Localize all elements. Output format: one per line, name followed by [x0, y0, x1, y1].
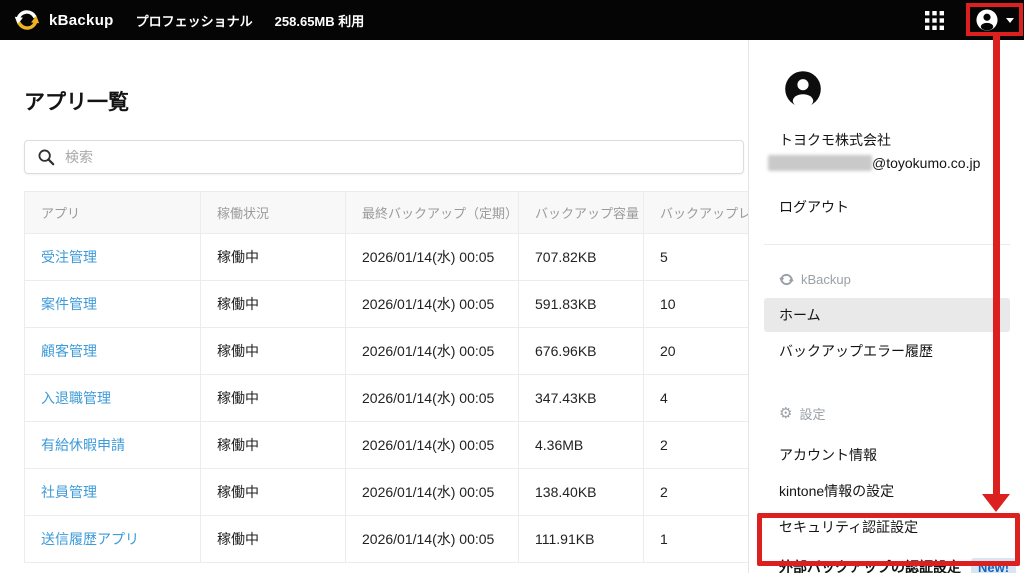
- column-header-app: アプリ: [25, 192, 201, 234]
- backup-size-cell: 591.83KB: [519, 281, 644, 328]
- column-header-size: バックアップ容量: [519, 192, 644, 234]
- sync-icon: [779, 272, 794, 287]
- last-backup-cell: 2026/01/14(水) 00:05: [346, 375, 519, 422]
- caret-down-icon: [1006, 18, 1014, 23]
- status-cell: 稼働中: [201, 469, 346, 516]
- backup-size-cell: 111.91KB: [519, 516, 644, 563]
- gear-icon: ⚙: [779, 406, 792, 421]
- avatar-person-icon: [784, 70, 822, 108]
- email-row: @toyokumo.co.jp: [768, 155, 1010, 171]
- status-cell: 稼働中: [201, 375, 346, 422]
- app-name-cell: 送信履歴アプリ: [25, 516, 201, 563]
- status-cell: 稼働中: [201, 422, 346, 469]
- last-backup-cell: 2026/01/14(水) 00:05: [346, 234, 519, 281]
- apps-grid-icon[interactable]: [925, 11, 944, 30]
- status-cell: 稼働中: [201, 281, 346, 328]
- app-link[interactable]: 入退職管理: [41, 390, 111, 406]
- last-backup-cell: 2026/01/14(水) 00:05: [346, 422, 519, 469]
- app-link[interactable]: 送信履歴アプリ: [41, 531, 139, 547]
- last-backup-cell: 2026/01/14(水) 00:05: [346, 469, 519, 516]
- search-icon: [37, 148, 55, 166]
- last-backup-cell: 2026/01/14(水) 00:05: [346, 516, 519, 563]
- section-label-kbackup: kBackup: [779, 272, 1010, 287]
- person-circle-icon: [974, 7, 1000, 33]
- menu-item-account-info[interactable]: アカウント情報: [764, 437, 1010, 473]
- section-label-text: kBackup: [801, 272, 851, 287]
- last-backup-cell: 2026/01/14(水) 00:05: [346, 328, 519, 375]
- column-header-status: 稼働状況: [201, 192, 346, 234]
- backup-size-cell: 707.82KB: [519, 234, 644, 281]
- status-cell: 稼働中: [201, 516, 346, 563]
- account-dropdown-panel: トヨクモ株式会社 @toyokumo.co.jp ログアウト kBackup ホ…: [748, 40, 1024, 573]
- email-redacted-blur: [768, 155, 872, 171]
- menu-item-backup-error-history[interactable]: バックアップエラー履歴: [764, 334, 1010, 368]
- status-cell: 稼働中: [201, 328, 346, 375]
- search-box[interactable]: [24, 140, 744, 174]
- menu-item-home[interactable]: ホーム: [764, 298, 1010, 332]
- section-label-text: 設定: [799, 404, 825, 423]
- logout-button[interactable]: ログアウト: [779, 197, 1010, 217]
- menu-item-kintone-settings[interactable]: kintone情報の設定: [764, 473, 1010, 509]
- column-header-last-backup: 最終バックアップ（定期）: [346, 192, 519, 234]
- app-name-cell: 案件管理: [25, 281, 201, 328]
- kbackup-logo-sync-icon: [14, 7, 40, 33]
- account-menu-button[interactable]: [974, 7, 1014, 33]
- app-link[interactable]: 社員管理: [41, 484, 97, 500]
- panel-divider: [764, 244, 1010, 245]
- navbar-right: [925, 7, 1024, 33]
- menu-item-security-auth-settings[interactable]: セキュリティ認証設定: [764, 509, 1010, 545]
- brand-name: kBackup: [49, 12, 114, 29]
- app-name-cell: 受注管理: [25, 234, 201, 281]
- app-name-cell: 顧客管理: [25, 328, 201, 375]
- app-name-cell: 社員管理: [25, 469, 201, 516]
- backup-size-cell: 4.36MB: [519, 422, 644, 469]
- app-name-cell: 入退職管理: [25, 375, 201, 422]
- kbackup-app-window: kBackup プロフェッショナル 258.65MB 利用: [0, 0, 1024, 573]
- app-link[interactable]: 案件管理: [41, 296, 97, 312]
- section-label-settings: ⚙ 設定: [779, 404, 1010, 423]
- backup-size-cell: 676.96KB: [519, 328, 644, 375]
- usage-label: 258.65MB 利用: [275, 11, 365, 30]
- app-name-cell: 有給休暇申請: [25, 422, 201, 469]
- app-link[interactable]: 受注管理: [41, 249, 97, 265]
- top-navbar: kBackup プロフェッショナル 258.65MB 利用: [0, 0, 1024, 40]
- backup-size-cell: 347.43KB: [519, 375, 644, 422]
- email-domain: @toyokumo.co.jp: [872, 155, 980, 171]
- company-name: トヨクモ株式会社: [779, 130, 1010, 150]
- menu-item-external-backup-auth-settings[interactable]: 外部バックアップの認証設定 New!: [764, 549, 1010, 573]
- last-backup-cell: 2026/01/14(水) 00:05: [346, 281, 519, 328]
- plan-label: プロフェッショナル: [136, 11, 253, 30]
- app-link[interactable]: 顧客管理: [41, 343, 97, 359]
- menu-item-label: 外部バックアップの認証設定: [779, 549, 961, 573]
- search-input[interactable]: [65, 149, 731, 165]
- new-badge: New!: [971, 558, 1016, 573]
- status-cell: 稼働中: [201, 234, 346, 281]
- app-link[interactable]: 有給休暇申請: [41, 437, 125, 453]
- backup-size-cell: 138.40KB: [519, 469, 644, 516]
